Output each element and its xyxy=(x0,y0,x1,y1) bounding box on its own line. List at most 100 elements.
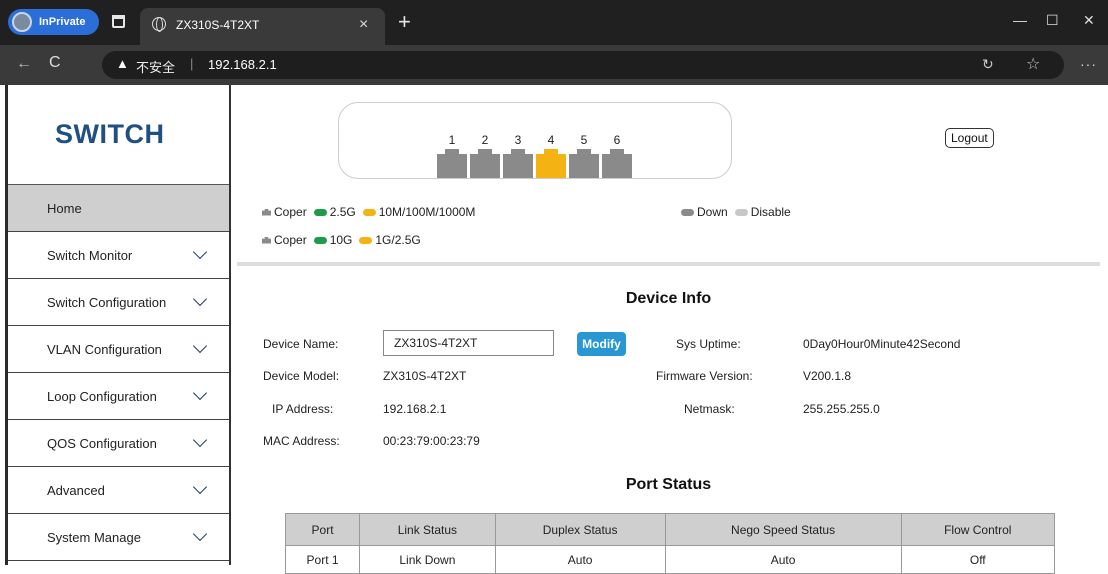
switch-logo: SWITCH xyxy=(55,119,165,149)
firmware-version-value: V200.1.8 xyxy=(803,369,852,383)
coper-port-icon xyxy=(262,236,271,244)
legend-coper: Coper xyxy=(274,205,307,219)
column-header: Port xyxy=(284,513,361,546)
tab-actions-icon[interactable] xyxy=(112,15,125,28)
mac-address-label: MAC Address: xyxy=(263,434,340,448)
sidebar-item-advanced[interactable]: Advanced xyxy=(8,467,229,514)
sys-uptime-value: 0Day0Hour0Minute42Second xyxy=(803,337,961,351)
port-2-icon[interactable] xyxy=(470,149,500,178)
legend-disable: Disable xyxy=(750,205,791,219)
main-content: 1 2 3 4 5 6 Logout Coper 2.5G 10M/100M/1… xyxy=(237,85,1100,574)
chevron-down-icon[interactable] xyxy=(192,385,208,401)
sidebar-item-switch-configuration[interactable]: Switch Configuration xyxy=(8,279,229,326)
green-swatch-icon xyxy=(313,236,327,244)
table-cell: Port 1 xyxy=(284,545,361,574)
section-divider xyxy=(237,262,1100,266)
sidebar-item-loop-configuration[interactable]: Loop Configuration xyxy=(8,373,229,420)
globe-icon xyxy=(152,17,166,32)
legend-row-1: Coper 2.5G 10M/100M/1000M xyxy=(262,205,482,219)
profile-avatar xyxy=(12,12,32,32)
table-cell: Off xyxy=(900,545,1056,574)
port-number: 1 xyxy=(448,133,456,147)
chevron-down-icon[interactable] xyxy=(192,291,208,307)
legend-down: Down xyxy=(697,205,728,219)
chevron-down-icon[interactable] xyxy=(192,338,208,354)
url-field[interactable]: ▲ 不安全 | 192.168.2.1 ↻ ☆ xyxy=(102,51,1064,79)
firmware-version-label: Firmware Version: xyxy=(656,369,753,383)
ip-address-label: IP Address: xyxy=(272,402,334,416)
port-1-icon[interactable] xyxy=(437,149,467,178)
device-name-label: Device Name: xyxy=(263,337,339,351)
legend-coper: Coper xyxy=(274,233,307,247)
legend-slow: 10M/100M/1000M xyxy=(378,205,476,219)
port-number: 3 xyxy=(514,133,522,147)
new-tab-button[interactable]: + xyxy=(398,9,411,35)
sidebar-item-label: QOS Configuration xyxy=(47,435,157,451)
port-number: 2 xyxy=(481,133,489,147)
legend-fast: 2.5G xyxy=(329,205,356,219)
url-text[interactable]: 192.168.2.1 xyxy=(208,57,277,72)
address-bar-row: ← C ▲ 不安全 | 192.168.2.1 ↻ ☆ ··· xyxy=(0,45,1108,85)
port-3-icon[interactable] xyxy=(503,149,533,178)
yellow-swatch-icon xyxy=(359,236,373,244)
port-6-icon[interactable] xyxy=(602,149,632,178)
port-4-icon[interactable] xyxy=(536,149,566,178)
sidebar-item-qos-configuration[interactable]: QOS Configuration xyxy=(8,420,229,467)
green-swatch-icon xyxy=(313,208,327,216)
inprivate-label: InPrivate xyxy=(39,16,86,28)
minimize-button[interactable]: — xyxy=(1013,12,1027,28)
chevron-down-icon[interactable] xyxy=(192,432,208,448)
browser-tab[interactable]: ZX310S-4T2XT × xyxy=(140,8,385,45)
sidebar-item-label: VLAN Configuration xyxy=(47,341,162,357)
logout-button[interactable]: Logout xyxy=(945,128,994,148)
logo-area: SWITCH xyxy=(8,85,229,185)
chevron-down-icon[interactable] xyxy=(192,479,208,495)
maximize-button[interactable]: ☐ xyxy=(1046,12,1059,29)
url-separator: | xyxy=(190,56,194,71)
browser-titlebar: InPrivate ZX310S-4T2XT × + — ☐ ✕ xyxy=(0,0,1108,45)
column-header: Duplex Status xyxy=(494,513,666,546)
warning-icon[interactable]: ▲ xyxy=(116,56,129,71)
tab-close-icon[interactable]: × xyxy=(359,16,368,34)
device-name-input[interactable] xyxy=(383,330,554,356)
tab-title: ZX310S-4T2XT xyxy=(176,18,260,32)
device-model-label: Device Model: xyxy=(263,369,340,383)
edge-refresh-icon[interactable]: ↻ xyxy=(982,56,994,73)
down-swatch-icon xyxy=(681,208,694,216)
sys-uptime-label: Sys Uptime: xyxy=(676,337,741,351)
sidebar-item-label: System Manage xyxy=(47,529,141,545)
sidebar-item-label: Home xyxy=(47,200,82,216)
table-cell: Auto xyxy=(494,545,666,574)
sidebar-item-home[interactable]: Home xyxy=(8,185,229,232)
close-window-button[interactable]: ✕ xyxy=(1083,12,1095,29)
column-header: Flow Control xyxy=(900,513,1056,546)
disable-swatch-icon xyxy=(734,208,748,216)
coper-port-icon xyxy=(262,208,271,216)
ip-address-value: 192.168.2.1 xyxy=(383,402,447,416)
more-menu-button[interactable]: ··· xyxy=(1080,56,1097,72)
port-5-icon[interactable] xyxy=(569,149,599,178)
sidebar-item-vlan-configuration[interactable]: VLAN Configuration xyxy=(8,326,229,373)
chevron-down-icon[interactable] xyxy=(192,526,208,542)
legend-status: Down Disable xyxy=(681,205,798,219)
sidebar-item-system-manage[interactable]: System Manage xyxy=(8,514,229,561)
inprivate-badge[interactable]: InPrivate xyxy=(8,9,99,35)
sidebar-item-switch-monitor[interactable]: Switch Monitor xyxy=(8,232,229,279)
favorite-star-icon[interactable]: ☆ xyxy=(1026,54,1040,74)
port-number: 6 xyxy=(613,133,621,147)
table-header-row: Port Link Status Duplex Status Nego Spee… xyxy=(284,513,1056,546)
sidebar-item-label: Switch Monitor xyxy=(47,247,133,263)
netmask-value: 255.255.255.0 xyxy=(803,402,880,416)
sidebar-item-label: Loop Configuration xyxy=(47,388,157,404)
chevron-down-icon[interactable] xyxy=(192,244,208,260)
column-header: Link Status xyxy=(359,513,496,546)
modify-button[interactable]: Modify xyxy=(577,332,626,356)
legend-row-2: Coper 10G 1G/2.5G xyxy=(262,233,428,247)
reload-button[interactable]: C xyxy=(49,54,61,72)
not-secure-label[interactable]: 不安全 xyxy=(136,57,175,76)
sidebar-item-label: Switch Configuration xyxy=(47,294,167,310)
column-header: Nego Speed Status xyxy=(664,513,902,546)
back-button[interactable]: ← xyxy=(16,55,32,73)
port-status-title: Port Status xyxy=(625,476,712,493)
yellow-swatch-icon xyxy=(362,208,376,216)
